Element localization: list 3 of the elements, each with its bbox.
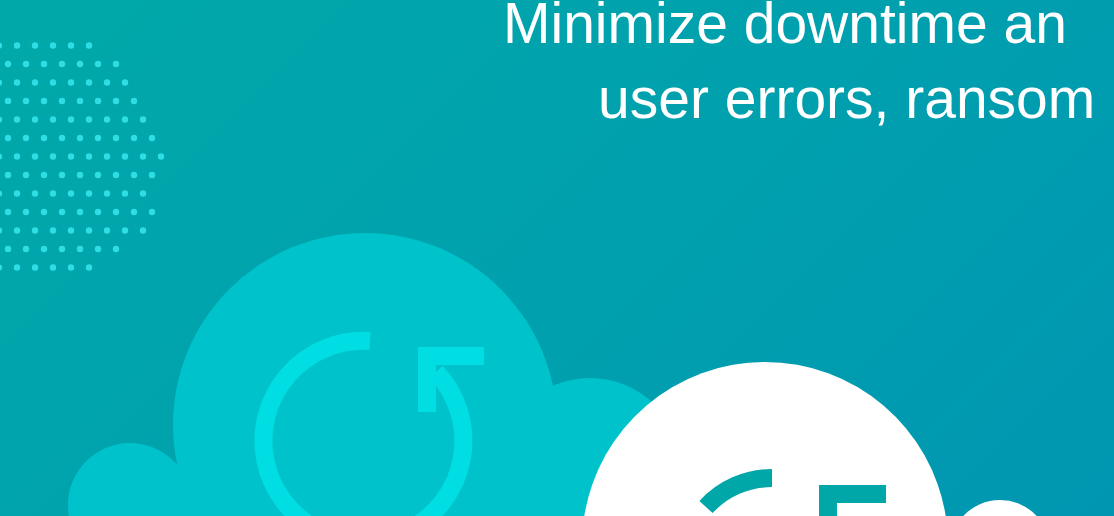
- headline: Minimize downtime an user errors, ransom: [502, 0, 1097, 132]
- refresh-icon: [699, 469, 886, 516]
- refresh-icon: [254, 332, 484, 516]
